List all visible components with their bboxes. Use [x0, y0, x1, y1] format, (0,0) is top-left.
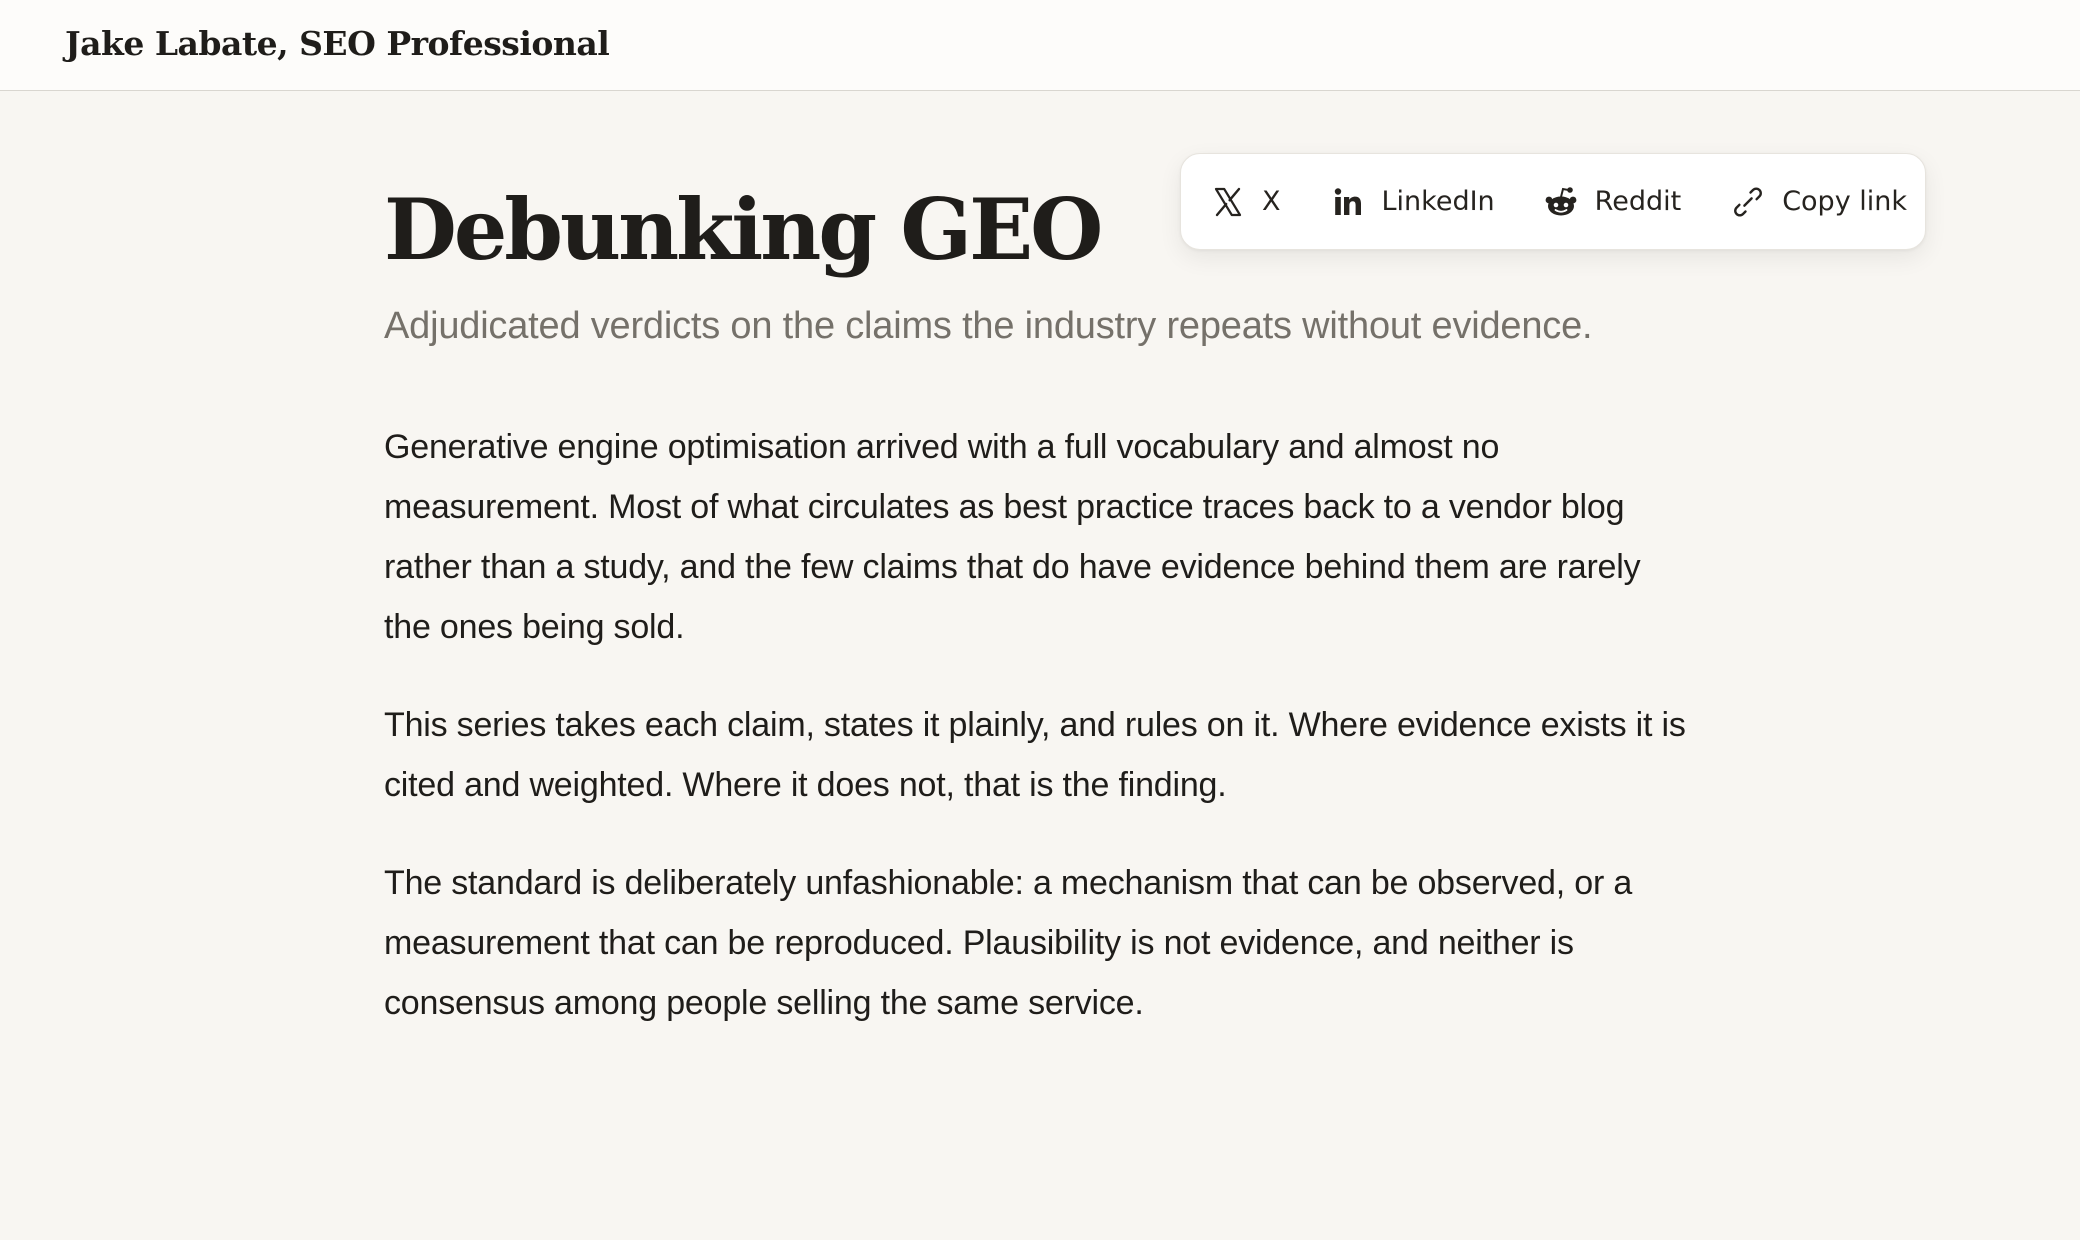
page-title: Debunking GEO: [384, 180, 1103, 279]
share-reddit-label: Reddit: [1594, 186, 1682, 217]
page-subtitle: Adjudicated verdicts on the claims the i…: [384, 305, 1593, 347]
share-x-button[interactable]: X: [1210, 184, 1281, 220]
share-x-label: X: [1262, 186, 1281, 217]
site-title-link[interactable]: Jake Labate, SEO Professional: [65, 24, 610, 63]
body-paragraph: Generative engine optimisation arrived w…: [384, 428, 1641, 646]
share-reddit-button[interactable]: Reddit: [1543, 184, 1682, 220]
share-linkedin-button[interactable]: LinkedIn: [1330, 184, 1495, 220]
share-bar: X LinkedIn Reddit Copy link: [1180, 153, 1926, 250]
body-paragraph: This series takes each claim, states it …: [384, 706, 1686, 804]
copy-link-label: Copy link: [1782, 186, 1908, 217]
link-icon: [1730, 184, 1766, 220]
linkedin-icon: [1330, 184, 1366, 220]
copy-link-button[interactable]: Copy link: [1730, 184, 1907, 220]
article-body: Generative engine optimisation arrived w…: [384, 417, 1694, 1071]
share-linkedin-label: LinkedIn: [1381, 186, 1495, 217]
body-paragraph: The standard is deliberately unfashionab…: [384, 864, 1633, 1022]
reddit-icon: [1543, 184, 1579, 220]
site-header: Jake Labate, SEO Professional: [0, 0, 2080, 91]
x-logo-icon: [1210, 184, 1246, 220]
